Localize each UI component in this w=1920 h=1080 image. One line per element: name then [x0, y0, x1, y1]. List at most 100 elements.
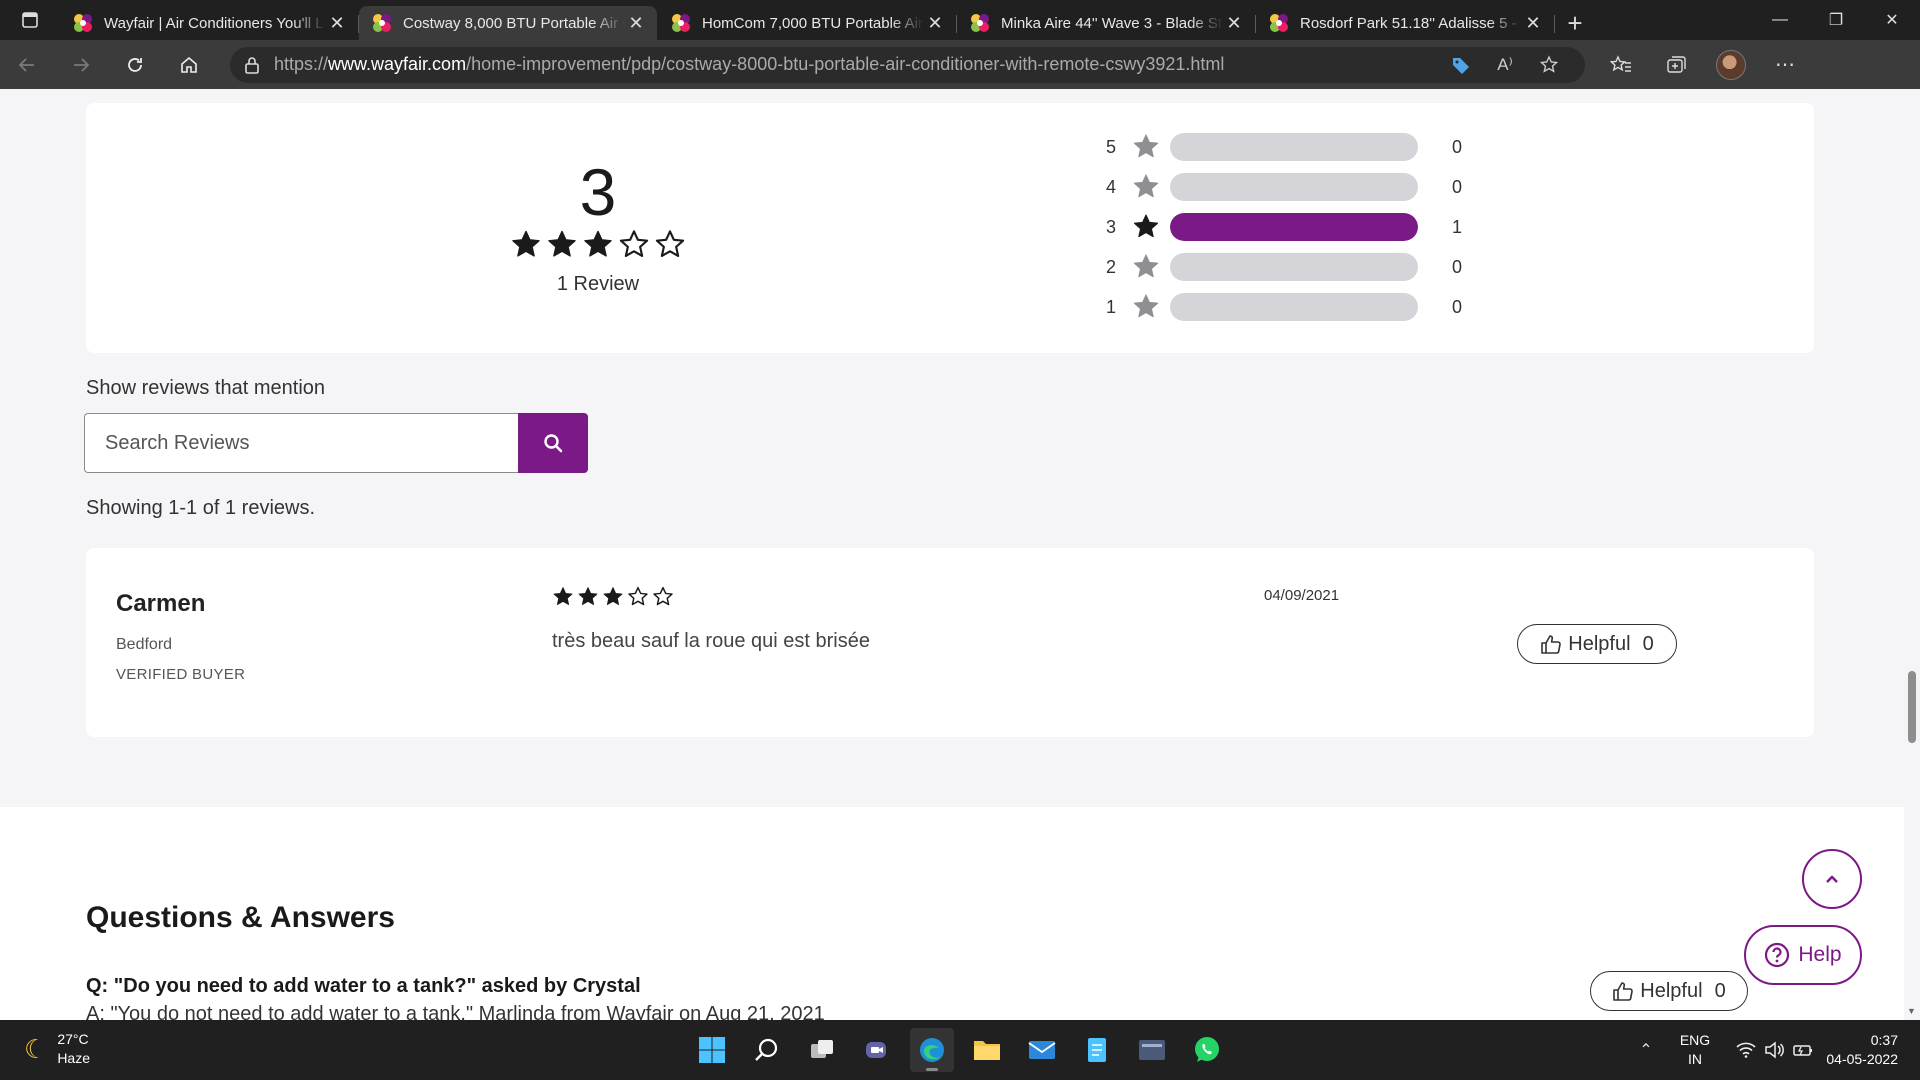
tab-close-icon[interactable]: ✕ — [1522, 13, 1544, 34]
chat-icon — [866, 1042, 886, 1058]
histogram-row-1[interactable]: 10 — [1106, 287, 1462, 327]
histogram-bar — [1170, 293, 1418, 321]
star-filled-icon — [512, 230, 540, 257]
weather-widget[interactable]: ☾ 27°C Haze — [24, 1030, 90, 1068]
histogram-count: 0 — [1451, 176, 1462, 197]
wayfair-favicon-icon — [1268, 12, 1290, 34]
browser-tab[interactable]: Rosdorf Park 51.18'' Adalisse 5 - Blade✕ — [1256, 6, 1555, 40]
review-card: Carmen Bedford VERIFIED BUYER très beau … — [86, 548, 1814, 737]
notepad-icon — [1088, 1038, 1106, 1062]
edge-browser-button[interactable] — [910, 1028, 954, 1072]
wayfair-favicon-icon — [969, 12, 991, 34]
mail-icon — [1028, 1041, 1056, 1059]
scrollbar-thumb[interactable] — [1908, 671, 1916, 743]
url-field[interactable]: https://www.wayfair.com/home-improvement… — [230, 46, 1585, 83]
edge-icon — [920, 1038, 944, 1062]
file-explorer-button[interactable] — [965, 1028, 1009, 1072]
wayfair-favicon-icon — [371, 12, 393, 34]
review-helpful-button[interactable]: Helpful 0 — [1517, 624, 1677, 664]
histogram-star — [1130, 133, 1162, 161]
network-sound-battery[interactable] — [1726, 1041, 1824, 1059]
tab-title: HomCom 7,000 BTU Portable Air Conditione… — [702, 14, 924, 32]
histogram-bar — [1170, 173, 1418, 201]
shopping-tag-icon[interactable] — [1439, 55, 1483, 75]
page-scrollbar[interactable]: ▼ — [1904, 89, 1920, 1020]
back-button[interactable] — [0, 40, 54, 89]
star-filled-icon — [603, 587, 623, 605]
battery-icon — [1793, 1045, 1812, 1056]
new-tab-button[interactable]: + — [1555, 6, 1595, 40]
star-icon — [1133, 174, 1159, 198]
helpful-count: 0 — [1714, 979, 1726, 1002]
search-reviews-button[interactable] — [518, 413, 588, 473]
show-hidden-icons-button[interactable]: ⌃ — [1628, 1040, 1664, 1060]
scroll-to-top-button[interactable] — [1802, 849, 1862, 909]
profile-avatar[interactable] — [1703, 49, 1758, 80]
close-window-button[interactable]: ✕ — [1864, 0, 1920, 40]
task-view-button[interactable] — [800, 1028, 844, 1072]
settings-more-icon[interactable]: ⋯ — [1758, 52, 1813, 77]
whatsapp-icon — [1195, 1037, 1219, 1062]
verified-buyer-badge: VERIFIED BUYER — [116, 666, 246, 683]
language-code: ENG — [1679, 1032, 1711, 1048]
helpful-label: Helpful — [1640, 979, 1703, 1002]
teams-chat-button[interactable] — [855, 1028, 899, 1072]
search-reviews-label: Show reviews that mention — [86, 377, 326, 399]
histogram-row-3[interactable]: 31 — [1106, 207, 1462, 247]
wifi-icon — [1736, 1042, 1756, 1058]
notepad-button[interactable] — [1075, 1028, 1119, 1072]
star-filled-icon — [584, 230, 612, 257]
browser-tab[interactable]: Costway 8,000 BTU Portable Air Condition… — [359, 6, 657, 40]
star-empty-icon — [655, 230, 685, 257]
home-button[interactable] — [162, 40, 216, 89]
search-reviews-input[interactable] — [84, 413, 518, 473]
star-filled-icon — [548, 230, 576, 257]
helpful-label: Helpful — [1568, 632, 1631, 655]
tab-close-icon[interactable]: ✕ — [625, 13, 647, 34]
favorites-icon[interactable] — [1593, 54, 1648, 75]
start-button[interactable] — [690, 1028, 734, 1072]
browser-tab[interactable]: Wayfair | Air Conditioners You'll Love ✕ — [60, 6, 359, 40]
ratings-summary-card: 3 1 Review 5040312010 — [86, 103, 1814, 353]
qa-helpful-button[interactable]: Helpful 0 — [1590, 971, 1748, 1011]
refresh-button[interactable] — [108, 40, 162, 89]
app-window-button[interactable] — [1130, 1028, 1174, 1072]
tab-actions-button[interactable] — [0, 0, 60, 40]
tab-close-icon[interactable]: ✕ — [1223, 13, 1245, 34]
whatsapp-button[interactable] — [1185, 1028, 1229, 1072]
rating-histogram: 5040312010 — [1106, 127, 1462, 327]
histogram-row-4[interactable]: 40 — [1106, 167, 1462, 207]
mail-button[interactable] — [1020, 1028, 1064, 1072]
tab-close-icon[interactable]: ✕ — [326, 13, 348, 34]
histogram-count: 0 — [1451, 256, 1462, 277]
wayfair-favicon-icon — [72, 12, 94, 34]
restore-button[interactable]: ❐ — [1808, 0, 1864, 40]
language-indicator[interactable]: ENG IN — [1664, 1031, 1726, 1069]
forward-button[interactable] — [54, 40, 108, 89]
showing-reviews-count: Showing 1-1 of 1 reviews. — [86, 497, 316, 519]
help-question-icon — [1765, 942, 1790, 968]
taskbar-search-button[interactable] — [745, 1028, 789, 1072]
star-icon — [1133, 134, 1159, 158]
tab-close-icon[interactable]: ✕ — [924, 13, 946, 34]
collections-icon[interactable] — [1648, 55, 1703, 75]
histogram-bar — [1170, 133, 1418, 161]
review-count: 1 Review — [556, 273, 640, 295]
help-button[interactable]: Help — [1744, 925, 1862, 985]
minimize-button[interactable]: — — [1752, 0, 1808, 40]
read-aloud-icon[interactable]: A⁾ — [1483, 55, 1527, 75]
qa-heading: Questions & Answers — [86, 901, 395, 934]
browser-tab[interactable]: Minka Aire 44'' Wave 3 - Blade Standard✕ — [957, 6, 1256, 40]
scroll-down-arrow[interactable]: ▼ — [1907, 1006, 1916, 1016]
browser-tab[interactable]: HomCom 7,000 BTU Portable Air Conditione… — [658, 6, 957, 40]
star-empty-icon — [653, 586, 673, 606]
star-icon — [1133, 214, 1159, 238]
add-favorite-icon[interactable] — [1527, 54, 1571, 75]
search-icon — [544, 434, 563, 453]
clock[interactable]: 0:37 04-05-2022 — [1824, 1031, 1920, 1069]
back-arrow-icon — [18, 57, 34, 72]
qa-answer: A: "You do not need to add water to a ta… — [86, 1003, 825, 1020]
average-rating-stars — [86, 229, 1110, 261]
histogram-row-2[interactable]: 20 — [1106, 247, 1462, 287]
histogram-row-5[interactable]: 50 — [1106, 127, 1462, 167]
